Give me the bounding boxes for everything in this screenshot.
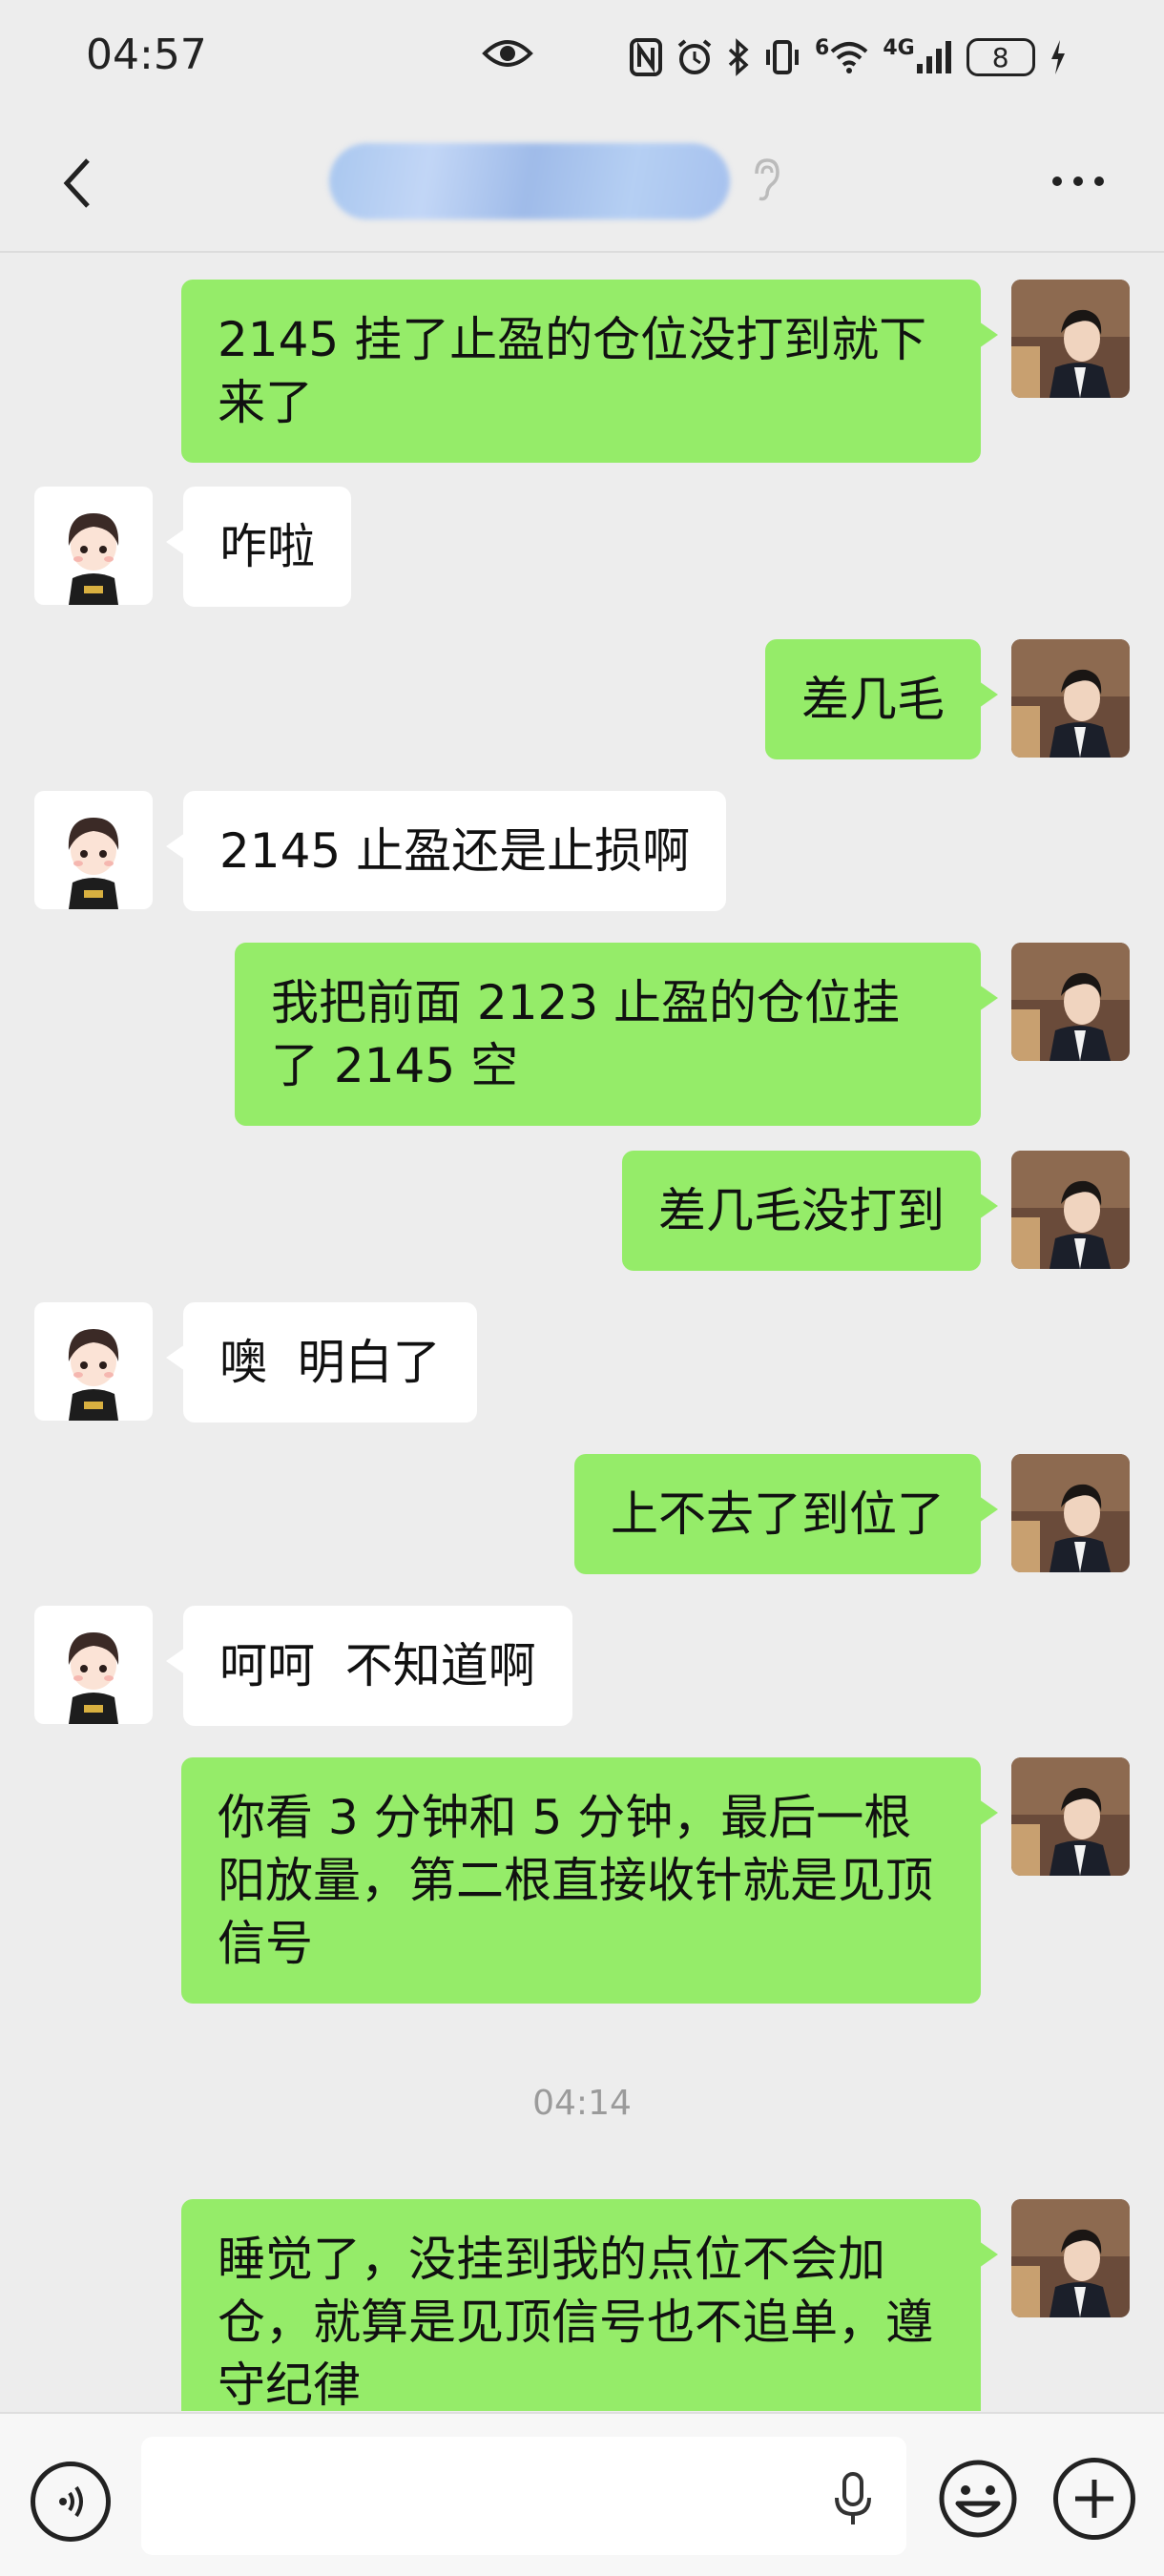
- message-bubble-outgoing[interactable]: 差几毛没打到: [622, 1151, 998, 1271]
- avatar-self[interactable]: [1011, 1454, 1130, 1572]
- wifi-icon: 6: [815, 36, 869, 74]
- message-bubble-outgoing[interactable]: 睡觉了，没挂到我的点位不会加仓，就算是见顶信号也不追单，遵守纪律: [181, 2199, 998, 2411]
- more-icon: [1052, 177, 1104, 186]
- message-timestamp: 04:14: [532, 2084, 632, 2123]
- avatar-self[interactable]: [1011, 1151, 1130, 1269]
- alarm-icon: [676, 38, 714, 76]
- message-bubble-incoming[interactable]: 噢 明白了: [166, 1302, 477, 1423]
- battery-icon: 8: [966, 38, 1035, 76]
- voice-icon: [59, 2485, 83, 2518]
- chat-header: [0, 114, 1164, 253]
- voice-button[interactable]: [31, 2462, 111, 2542]
- more-functions-button[interactable]: [1053, 2458, 1135, 2540]
- microphone-icon[interactable]: [832, 2471, 874, 2532]
- input-bar: [0, 2412, 1164, 2576]
- avatar-self[interactable]: [1011, 280, 1130, 398]
- chat-area[interactable]: 2145 挂了止盈的仓位没打到就下来了 咋啦 差几毛 2145 止盈还是止损啊 …: [0, 255, 1164, 2411]
- avatar-self[interactable]: [1011, 2199, 1130, 2317]
- emoji-button[interactable]: [937, 2458, 1019, 2540]
- nfc-icon: [630, 38, 662, 76]
- ear-icon: [749, 156, 781, 206]
- status-bar: 04:57 6 4G 8: [0, 0, 1164, 114]
- battery-level: 8: [991, 41, 1009, 73]
- message-bubble-incoming[interactable]: 呵呵 不知道啊: [166, 1606, 572, 1726]
- charging-icon: [1049, 38, 1068, 76]
- message-bubble-outgoing[interactable]: 你看 3 分钟和 5 分钟，最后一根阳放量，第二根直接收针就是见顶信号: [181, 1757, 998, 2004]
- wifi-label: 6: [815, 35, 830, 60]
- avatar-self[interactable]: [1011, 1757, 1130, 1876]
- avatar-contact[interactable]: [34, 791, 153, 909]
- message-bubble-incoming[interactable]: 2145 止盈还是止损啊: [165, 791, 727, 911]
- avatar-self[interactable]: [1011, 943, 1130, 1061]
- vibrate-icon: [763, 38, 801, 76]
- back-button[interactable]: [38, 145, 114, 221]
- title-blur-mask: [329, 143, 730, 219]
- message-bubble-incoming[interactable]: 咋啦: [166, 487, 351, 607]
- signal-icon: 4G: [883, 35, 952, 75]
- avatar-contact[interactable]: [34, 487, 153, 605]
- bluetooth-icon: [727, 38, 750, 76]
- more-button[interactable]: [1035, 143, 1121, 219]
- chevron-left-icon: [63, 158, 90, 208]
- status-time: 04:57: [86, 31, 207, 79]
- network-label: 4G: [883, 35, 915, 60]
- chat-title: [329, 143, 730, 219]
- plus-icon: [1075, 2480, 1113, 2518]
- status-icons: 6 4G 8: [630, 29, 1068, 86]
- avatar-contact[interactable]: [34, 1606, 153, 1724]
- avatar-self[interactable]: [1011, 639, 1130, 758]
- emoji-icon: [939, 2460, 1017, 2538]
- message-bubble-outgoing[interactable]: 我把前面 2123 止盈的仓位挂了 2145 空: [235, 943, 998, 1126]
- avatar-contact[interactable]: [34, 1302, 153, 1421]
- message-bubble-outgoing[interactable]: 差几毛: [765, 639, 998, 759]
- message-bubble-outgoing[interactable]: 上不去了到位了: [574, 1454, 998, 1574]
- eye-icon: [482, 34, 533, 76]
- message-input[interactable]: [141, 2437, 906, 2555]
- message-bubble-outgoing[interactable]: 2145 挂了止盈的仓位没打到就下来了: [181, 280, 998, 463]
